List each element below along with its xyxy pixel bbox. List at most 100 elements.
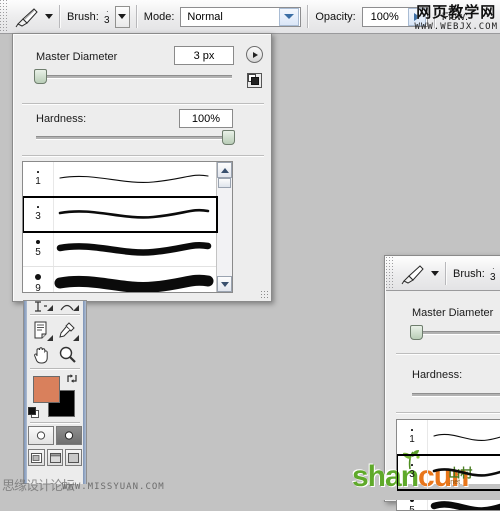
brush-picker-chevron-down-icon (118, 14, 127, 19)
full-screen-menubar-mode-button[interactable] (46, 449, 64, 466)
foreground-color-swatch[interactable] (33, 376, 60, 403)
brush-preset-dot (34, 273, 42, 281)
secondary-master-diameter-slider-knob[interactable] (410, 325, 423, 340)
brush-preset-row[interactable]: 3 (397, 454, 500, 491)
opacity-value: 100% (370, 10, 399, 23)
toolbox (23, 300, 87, 487)
brush-preset-size: 9 (23, 267, 54, 293)
secondary-brush-size-preview[interactable]: · 3 (485, 260, 500, 288)
brush-preset-row[interactable]: 3 (23, 196, 218, 233)
opacity-field[interactable]: 100% (361, 6, 428, 27)
secondary-brush-size-value: 3 (490, 271, 496, 283)
brush-preset-size: 5 (23, 232, 54, 266)
brush-preset-size-label: 5 (409, 505, 415, 511)
secondary-options-bar: Brush: · 3 (386, 257, 500, 291)
toolbox-right-edge (83, 301, 86, 486)
brush-preset-size-label: 1 (35, 175, 41, 187)
mode-label: Mode: (143, 10, 175, 23)
brush-preset-dot (411, 464, 413, 466)
scrollbar-thumb[interactable] (218, 178, 231, 188)
toolbox-row-navigate (28, 342, 82, 366)
brush-preset-panel: Master Diameter 3 px Hardness: 100% 1 3 5 9 (12, 33, 272, 302)
brush-preset-list[interactable]: 1 3 5 9 (22, 161, 233, 293)
secondary-master-diameter-slider[interactable] (412, 331, 500, 335)
brush-preset-stroke-preview (428, 420, 500, 454)
master-diameter-slider-knob[interactable] (34, 69, 47, 84)
standard-screen-mode-button[interactable] (28, 449, 45, 466)
options-bar: Brush: · 3 Mode: Normal Opacity: 100% Fl… (0, 0, 500, 34)
panel-divider-1 (22, 103, 264, 105)
hardness-field[interactable]: 100% (179, 109, 233, 128)
toolbox-row-clipped (28, 301, 82, 312)
zoom-tool[interactable] (54, 342, 80, 366)
options-separator-4 (433, 5, 436, 28)
notes-tool[interactable] (28, 318, 54, 342)
brush-preset-dot (37, 206, 39, 208)
pen-tool[interactable] (54, 301, 80, 312)
brush-preset-row[interactable]: 9 (23, 267, 217, 293)
brush-preset-size-label: 3 (35, 210, 41, 222)
brush-preset-row[interactable]: 5 (23, 232, 217, 267)
quick-mask-buttons (28, 426, 82, 445)
tool-preset-picker[interactable] (9, 6, 53, 28)
panel-resize-grip[interactable] (260, 290, 269, 299)
brush-list-scrollbar[interactable] (216, 162, 232, 292)
brush-picker-button[interactable] (114, 5, 130, 28)
default-colors-icon[interactable] (28, 407, 39, 418)
options-bar-grip[interactable] (0, 0, 9, 33)
toolbox-left-edge (24, 301, 27, 486)
color-swatches (28, 372, 82, 420)
master-diameter-slider[interactable] (36, 75, 232, 79)
brush-preset-size-label: 9 (35, 283, 41, 293)
standard-mode-button[interactable] (28, 426, 54, 445)
full-screen-mode-button[interactable] (65, 449, 83, 466)
toolbox-row-notes (28, 318, 82, 342)
path-selection-tool[interactable] (28, 301, 54, 312)
tool-preset-chevron-down-icon[interactable] (45, 14, 53, 19)
secondary-options-bar-grip[interactable] (386, 257, 395, 290)
brush-preset-size: 1 (397, 420, 428, 454)
eyedropper-tool[interactable] (54, 318, 80, 342)
brush-size-preview[interactable]: · 3 (99, 3, 115, 31)
chevron-down-icon[interactable] (217, 276, 232, 292)
secondary-tool-preset-chevron-down-icon[interactable] (431, 271, 439, 276)
brush-preset-panel-secondary: Brush: · 3 Master Diameter Hardness: 1 3 5… (384, 255, 500, 511)
brush-preset-row[interactable]: 1 (397, 420, 500, 455)
brush-preset-size: 3 (23, 197, 54, 231)
flow-label: Flow: (441, 10, 469, 23)
brush-preset-dot (35, 239, 40, 244)
chevron-up-icon[interactable] (217, 162, 232, 178)
brush-preset-size: 1 (23, 162, 54, 196)
secondary-master-diameter-label: Master Diameter (412, 307, 494, 319)
brush-preset-row[interactable]: 1 (23, 162, 217, 197)
toolbox-separator-3 (30, 422, 80, 424)
brush-tool-icon (15, 6, 41, 28)
secondary-tool-preset-picker[interactable] (395, 263, 439, 285)
master-diameter-label: Master Diameter (36, 51, 118, 63)
secondary-hardness-slider[interactable] (412, 393, 500, 397)
screen-mode-buttons (28, 449, 83, 466)
hardness-slider[interactable] (36, 136, 232, 140)
panel-menu-icon[interactable] (246, 46, 263, 63)
new-brush-preset-icon[interactable] (247, 73, 262, 88)
master-diameter-field[interactable]: 3 px (174, 46, 234, 65)
opacity-slider-arrow-icon[interactable] (407, 7, 426, 26)
hardness-slider-knob[interactable] (222, 130, 235, 145)
mode-dropdown[interactable]: Normal (180, 6, 302, 27)
brush-preset-stroke-preview (54, 197, 217, 231)
brush-preset-stroke-preview (54, 232, 217, 266)
hand-tool[interactable] (28, 342, 54, 366)
secondary-options-separator (445, 262, 447, 285)
options-separator-2 (135, 5, 138, 28)
brush-size-value: 3 (104, 14, 110, 26)
panel-divider-2 (22, 155, 264, 157)
brush-tool-icon (401, 263, 427, 285)
quick-mask-mode-button[interactable] (56, 426, 82, 445)
swap-colors-icon[interactable] (66, 373, 78, 386)
toolbox-separator-2 (30, 368, 80, 370)
opacity-label: Opacity: (315, 10, 356, 23)
brush-label: Brush: (67, 10, 99, 23)
brush-preset-stroke-preview (428, 455, 500, 489)
brush-preset-size-label: 3 (409, 468, 415, 480)
mode-chevron-down-icon[interactable] (279, 7, 300, 26)
